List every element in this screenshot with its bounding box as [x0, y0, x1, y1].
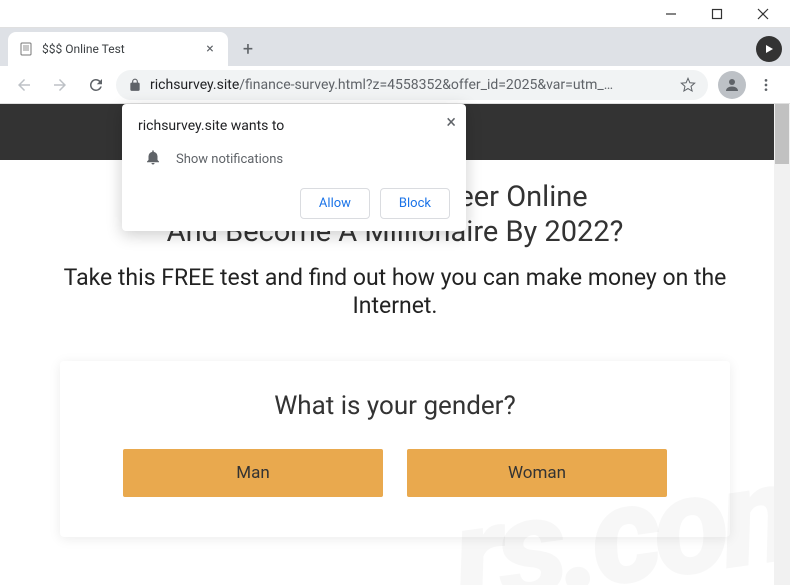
vertical-scrollbar[interactable]	[774, 104, 790, 585]
popup-body-text: Show notifications	[176, 152, 283, 167]
media-control-badge[interactable]	[756, 36, 782, 62]
browser-tab[interactable]: $$$ Online Test ×	[8, 32, 228, 66]
tab-favicon-icon	[18, 41, 34, 57]
popup-body: Show notifications	[138, 148, 450, 170]
bell-icon	[144, 148, 162, 170]
block-button[interactable]: Block	[380, 188, 450, 219]
lock-icon	[128, 78, 142, 92]
popup-close-icon[interactable]: ×	[446, 112, 456, 133]
back-button[interactable]	[8, 69, 40, 101]
window-maximize-button[interactable]	[694, 0, 740, 28]
profile-avatar[interactable]	[718, 71, 746, 99]
survey-question: What is your gender?	[90, 391, 700, 421]
url-path: /finance-survey.html?z=4558352&offer_id=…	[239, 77, 613, 93]
reload-button[interactable]	[80, 69, 112, 101]
allow-button[interactable]: Allow	[300, 188, 370, 219]
notification-permission-popup: × richsurvey.site wants to Show notifica…	[122, 104, 466, 231]
popup-title: richsurvey.site wants to	[138, 118, 450, 134]
url-domain: richsurvey.site	[150, 77, 239, 93]
survey-card: What is your gender? Man Woman	[60, 361, 730, 537]
bookmark-star-icon[interactable]	[680, 77, 696, 93]
tab-strip: $$$ Online Test × +	[0, 28, 790, 66]
popup-actions: Allow Block	[138, 188, 450, 219]
tab-close-icon[interactable]: ×	[202, 41, 218, 57]
window-close-button[interactable]	[740, 0, 786, 28]
window-titlebar	[0, 0, 790, 28]
tab-title: $$$ Online Test	[42, 42, 202, 56]
option-woman-button[interactable]: Woman	[407, 449, 667, 497]
popup-title-suffix: wants to	[227, 118, 284, 134]
forward-button[interactable]	[44, 69, 76, 101]
browser-menu-button[interactable]	[750, 69, 782, 101]
survey-options: Man Woman	[90, 449, 700, 497]
scrollbar-thumb[interactable]	[775, 104, 789, 164]
option-man-button[interactable]: Man	[123, 449, 383, 497]
new-tab-button[interactable]: +	[234, 35, 262, 63]
address-bar[interactable]: richsurvey.site/finance-survey.html?z=45…	[116, 70, 708, 100]
popup-site-name: richsurvey.site	[138, 118, 227, 134]
page-subheadline: Take this FREE test and find out how you…	[40, 264, 750, 322]
window-minimize-button[interactable]	[648, 0, 694, 28]
url-text: richsurvey.site/finance-survey.html?z=45…	[150, 77, 672, 93]
toolbar: richsurvey.site/finance-survey.html?z=45…	[0, 66, 790, 104]
